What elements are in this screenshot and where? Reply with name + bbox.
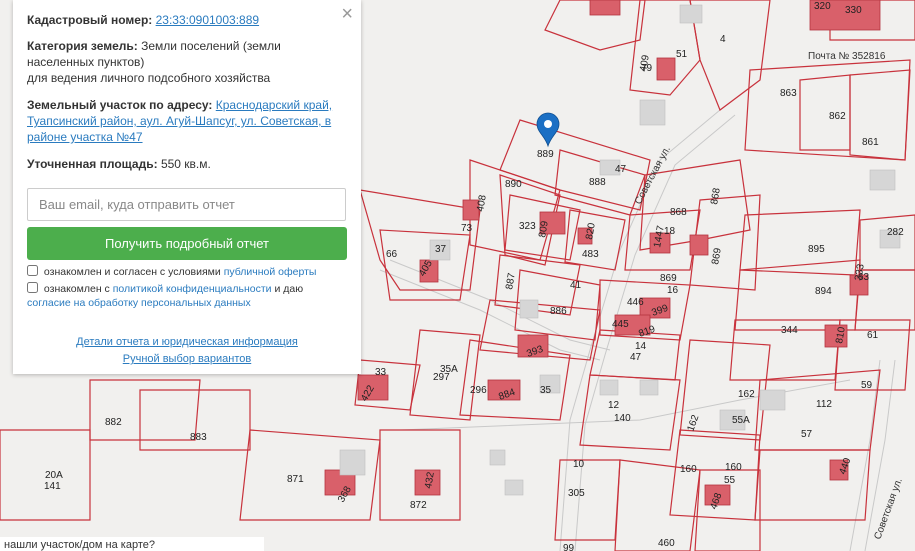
email-input[interactable] (27, 188, 346, 221)
parcel-number-label: 35 (540, 385, 552, 396)
parcel-number-label: 483 (582, 249, 599, 260)
parcel-number-label: 162 (738, 389, 755, 400)
parcel-number-label: 296 (470, 385, 487, 396)
public-offer-link[interactable]: публичной оферты (224, 266, 317, 278)
parcel-number-label: 47 (630, 352, 642, 363)
parcel-number-label: 4 (720, 34, 726, 45)
parcel-number-label: 10 (573, 459, 585, 470)
parcel-number-label: 140 (614, 413, 631, 424)
parcel-number-label: 869 (660, 273, 677, 284)
parcel-number-label: 882 (105, 417, 122, 428)
parcel-info-popup: × Кадастровый номер: 23:33:0901003:889 К… (13, 0, 361, 374)
parcel-number-label: 323 (519, 221, 536, 232)
parcel-number-label: 888 (589, 177, 606, 188)
parcel-number-label: 73 (461, 223, 473, 234)
cadastral-label: Кадастровый номер: (27, 13, 153, 27)
parcel-number-label: 37 (435, 244, 447, 255)
parcel-number-label: 63 (858, 272, 870, 283)
parcel-number-label: 868 (670, 207, 687, 218)
parcel-number-label: 51 (676, 49, 688, 60)
parcel-number-label: 55 (724, 475, 736, 486)
parcel-number-label: 330 (845, 5, 862, 16)
details-link-row: Детали отчета и юридическая информация (13, 336, 361, 348)
area-row: Уточненная площадь: 550 кв.м. (27, 156, 347, 172)
parcel-number-label: 16 (667, 285, 679, 296)
get-report-button[interactable]: Получить подробный отчет (27, 227, 347, 260)
parcel-number-label: 305 (568, 488, 585, 499)
parcel-number-label: 41 (570, 280, 582, 291)
parcel-number-label: 862 (829, 111, 846, 122)
manual-select-link[interactable]: Ручной выбор вариантов (123, 353, 251, 365)
parcel-number-label: 20А (45, 470, 63, 481)
parcel-number-label: 445 (612, 319, 629, 330)
parcel-number-label: 460 (658, 538, 675, 549)
parcel-number-label: 282 (887, 227, 904, 238)
bottom-prompt[interactable]: нашли участок/дом на карте? (0, 537, 264, 551)
privacy-policy-link[interactable]: политикой конфиденциальности (113, 283, 272, 295)
category-row: Категория земель: Земли поселений (земли… (27, 38, 347, 86)
parcel-number-label: 297 (433, 372, 450, 383)
consent-privacy-checkbox[interactable] (27, 282, 38, 293)
parcel-number-label: 160 (725, 462, 742, 473)
parcel-number-label: 863 (780, 88, 797, 99)
parcel-number-label: 871 (287, 474, 304, 485)
parcel-number-label: 112 (816, 399, 832, 410)
cadastral-number-link[interactable]: 23:33:0901003:889 (156, 13, 259, 27)
cadastral-row: Кадастровый номер: 23:33:0901003:889 (27, 12, 347, 28)
parcel-number-label: 61 (867, 330, 879, 341)
parcel-number-label: 160 (680, 464, 697, 475)
parcel-number-label: 14 (635, 341, 647, 352)
parcel-number-label: 18 (664, 226, 676, 237)
parcel-number-label: 861 (862, 137, 879, 148)
parcel-number-label: 66 (386, 249, 398, 260)
parcel-number-label: 33 (375, 367, 387, 378)
parcel-number-label: 872 (410, 500, 427, 511)
address-label: Земельный участок по адресу: (27, 98, 213, 112)
consent-offer-checkbox[interactable] (27, 265, 38, 276)
parcel-number-label: 890 (505, 179, 522, 190)
parcel-number-label: 889 (537, 149, 554, 160)
consent-offer-text: ознакомлен и согласен с условиями (43, 266, 221, 278)
parcel-number-label: 344 (781, 325, 798, 336)
parcel-number-label: 894 (815, 286, 832, 297)
consent-privacy-text: ознакомлен с (43, 283, 110, 295)
consent-privacy-mid: и даю (274, 283, 304, 295)
consent-offer-row: ознакомлен и согласен с условиями публич… (27, 265, 316, 279)
parcel-number-label: 99 (563, 543, 575, 551)
address-row: Земельный участок по адресу: Краснодарск… (27, 97, 347, 145)
manual-link-row: Ручной выбор вариантов (13, 353, 361, 365)
parcel-number-label: 141 (44, 481, 61, 492)
consent-privacy-row: ознакомлен с политикой конфиденциальност… (27, 282, 303, 310)
area-label: Уточненная площадь: (27, 157, 158, 171)
parcel-number-label: 57 (801, 429, 813, 440)
personal-data-consent-link[interactable]: согласие на обработку персональных данны… (27, 297, 251, 309)
category-note: для ведения личного подсобного хозяйства (27, 71, 271, 85)
category-label: Категория земель: (27, 39, 138, 53)
post-office-label: Почта № 352816 (808, 51, 886, 62)
parcel-number-label: 59 (861, 380, 873, 391)
parcel-number-label: 55А (732, 415, 750, 426)
parcel-number-label: 12 (608, 400, 620, 411)
parcel-number-label: 883 (190, 432, 207, 443)
parcel-number-label: 895 (808, 244, 825, 255)
area-value: 550 кв.м. (160, 157, 211, 171)
details-link[interactable]: Детали отчета и юридическая информация (76, 336, 298, 348)
parcel-number-label: 446 (627, 297, 644, 308)
parcel-number-label: 47 (615, 164, 627, 175)
parcel-number-label: 320 (814, 1, 831, 12)
parcel-number-label: 886 (550, 306, 567, 317)
